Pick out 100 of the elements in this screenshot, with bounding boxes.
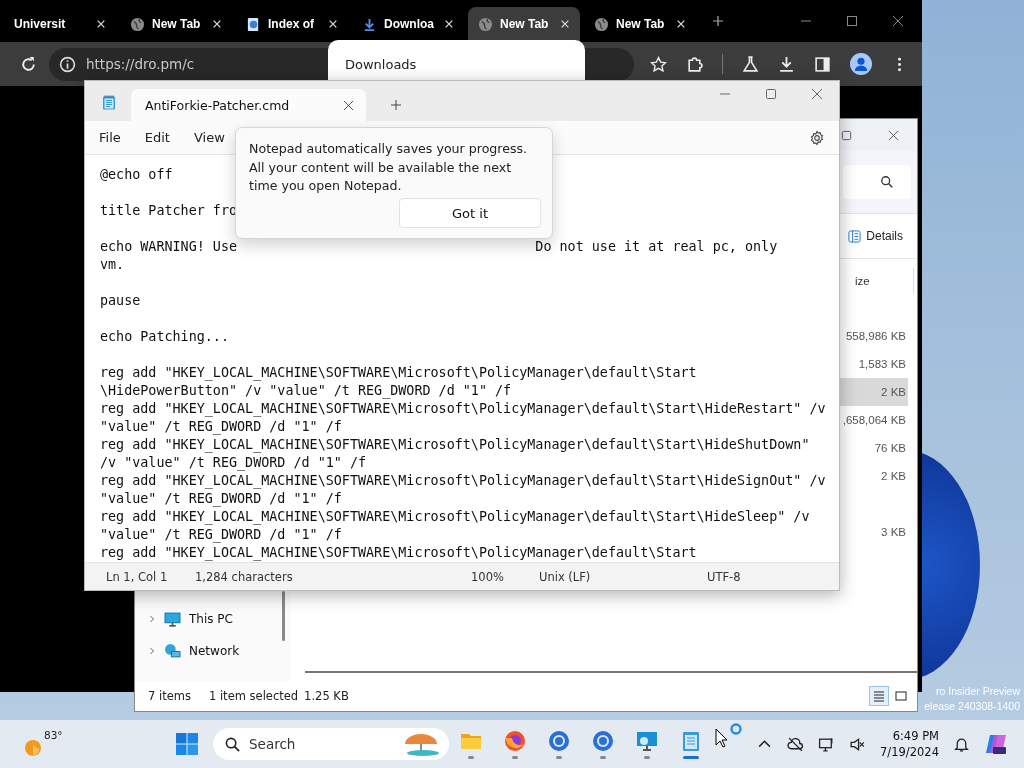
browser-tab[interactable]: New Tab xyxy=(120,7,232,41)
search-icon xyxy=(225,737,240,752)
temperature: 83° xyxy=(44,729,63,741)
horizontal-scrollbar[interactable] xyxy=(305,671,917,673)
tab-title: New Tab xyxy=(152,17,202,31)
tip-text: Notepad automatically saves your progress. All your content will be available the next time you open Notepad. xyxy=(249,140,529,195)
search-icon xyxy=(880,175,894,189)
page-icon xyxy=(246,16,261,32)
document-tab[interactable]: AntiForkie-Patcher.cmd xyxy=(131,89,366,121)
selection-size: 1.25 KB xyxy=(304,689,349,703)
list-icon xyxy=(873,690,885,702)
details-button[interactable]: Details xyxy=(848,225,903,247)
code-line: reg add "HKEY_LOCAL_MACHINE\SOFTWARE\Microsoft\PolicyManager\default\Start\HideSignOut" /v xyxy=(100,472,826,490)
notepad-icon xyxy=(101,94,117,111)
file-size-cell-text: 2 KB xyxy=(880,469,907,484)
got-it-button[interactable]: Got it xyxy=(399,198,541,228)
code-line: "value" /t REG_DWORD /d "1" /f xyxy=(100,526,342,544)
tab-title: Universit xyxy=(14,17,67,31)
globe-icon xyxy=(594,16,609,32)
watermark-text: ro Insider Preview xyxy=(935,684,1020,698)
code-line: reg add "HKEY_LOCAL_MACHINE\SOFTWARE\Microsoft\PolicyManager\default\Start xyxy=(100,364,697,382)
search-field[interactable]: Search xyxy=(213,728,449,760)
browser-tab[interactable]: Downloa xyxy=(352,7,464,41)
browser-tab[interactable]: Index of xyxy=(236,7,348,41)
extension-icon[interactable] xyxy=(686,55,703,73)
file-size-cell-text: 558,986 KB xyxy=(844,329,907,344)
code-line: echo Patching... xyxy=(100,328,229,346)
start-icon[interactable] xyxy=(175,732,199,756)
code-line: /v "value" /t REG_DWORD /d "1" /f xyxy=(100,454,367,472)
code-line: Do not use it at real pc, only xyxy=(535,238,778,256)
speaker-muted-icon[interactable] xyxy=(849,735,867,753)
download-icon[interactable] xyxy=(778,55,795,73)
browser-tab[interactable]: Universit xyxy=(4,7,116,41)
network-icon xyxy=(164,642,181,660)
chrome-icon xyxy=(591,729,615,753)
search-field[interactable] xyxy=(843,165,911,199)
code-line: @echo off xyxy=(100,166,173,184)
new-tab-icon[interactable] xyxy=(390,99,402,111)
monitor-icon xyxy=(164,610,181,628)
menu-item[interactable]: View xyxy=(193,130,225,145)
code-line: \HidePowerButton" /v "value" /t REG_DWORD /d "1" /f xyxy=(100,382,512,400)
code-line: "value" /t REG_DWORD /d "1" /f xyxy=(100,490,342,508)
tab-title: New Tab xyxy=(616,17,666,31)
nav-item[interactable]: Network xyxy=(135,635,291,667)
tile-icon xyxy=(895,690,907,702)
star-icon[interactable] xyxy=(650,55,667,73)
chrome-icon xyxy=(547,729,571,753)
item-count: 7 items xyxy=(148,689,191,703)
maximize-icon[interactable] xyxy=(765,88,777,100)
code-line: echo WARNING! Use xyxy=(100,238,238,256)
details-view-button[interactable] xyxy=(869,686,889,706)
code-line: "value" /t REG_DWORD /d "1" /f xyxy=(100,418,342,436)
tab-title: New Tab xyxy=(500,17,550,31)
copilot-icon[interactable] xyxy=(984,732,1008,756)
new-tab-icon[interactable] xyxy=(712,15,724,27)
column-header[interactable]: ize xyxy=(855,268,914,294)
cloud-off-icon[interactable] xyxy=(787,735,805,753)
maximize-icon[interactable] xyxy=(846,15,858,27)
code-line: vm. xyxy=(100,256,125,274)
download-icon xyxy=(362,16,377,32)
menu-item[interactable]: File xyxy=(99,130,121,145)
line-ending[interactable]: Unix (LF) xyxy=(539,569,591,584)
reload-icon[interactable] xyxy=(20,55,37,73)
code-line: reg add "HKEY_LOCAL_MACHINE\SOFTWARE\Microsoft\PolicyManager\default\Start xyxy=(100,544,697,562)
close-icon[interactable] xyxy=(892,15,904,27)
maximize-icon[interactable] xyxy=(841,129,852,141)
encoding[interactable]: UTF-8 xyxy=(707,569,741,584)
details-icon xyxy=(848,229,862,243)
watermark-text: elease 240308-1400 xyxy=(924,699,1020,713)
tab-title: Downloa xyxy=(384,17,435,31)
text-editor[interactable] xyxy=(85,155,839,562)
clock[interactable]: 6:49 PM 7/19/2024 xyxy=(880,728,939,760)
code-line: pause xyxy=(100,292,141,310)
avatar-icon[interactable] xyxy=(850,53,872,75)
zoom-level[interactable]: 100% xyxy=(471,569,504,584)
browser-tab[interactable]: New Tab xyxy=(468,7,580,41)
code-line: reg add "HKEY_LOCAL_MACHINE\SOFTWARE\Microsoft\PolicyManager\default\Start\HideRestart" /v xyxy=(100,400,826,418)
file-size-cell-text: ,658,064 KB xyxy=(841,413,907,428)
code-line: reg add "HKEY_LOCAL_MACHINE\SOFTWARE\Microsoft\PolicyManager\default\Start\HideShutDown" xyxy=(100,436,810,454)
close-icon[interactable] xyxy=(343,99,354,111)
panel-title: Downloads xyxy=(345,57,417,72)
monitor-icon xyxy=(635,729,659,753)
file-size-cell-text: 76 KB xyxy=(873,441,907,456)
globe-icon xyxy=(130,16,145,32)
browser-tab[interactable]: New Tab xyxy=(584,7,696,41)
busy-cursor-icon xyxy=(714,723,744,749)
flask-icon[interactable] xyxy=(742,55,759,73)
sidebar-icon[interactable] xyxy=(814,55,831,73)
cursor-position: Ln 1, Col 1 xyxy=(106,569,168,584)
file-size-cell-text: 3 KB xyxy=(880,525,907,540)
code-line: reg add "HKEY_LOCAL_MACHINE\SOFTWARE\Microsoft\PolicyManager\default\Start\HideSleep" /v xyxy=(100,508,810,526)
globe-icon xyxy=(478,16,493,32)
settings-icon[interactable] xyxy=(809,129,825,146)
nav-item[interactable]: This PC xyxy=(135,603,291,635)
character-count: 1,284 characters xyxy=(195,569,293,584)
firefox-icon xyxy=(503,729,527,753)
menu-item[interactable]: Edit xyxy=(144,130,170,145)
file-size-cell-text: 1,583 KB xyxy=(857,357,907,372)
info-icon[interactable] xyxy=(59,55,76,73)
selection-info: 1 item selected xyxy=(208,689,299,703)
